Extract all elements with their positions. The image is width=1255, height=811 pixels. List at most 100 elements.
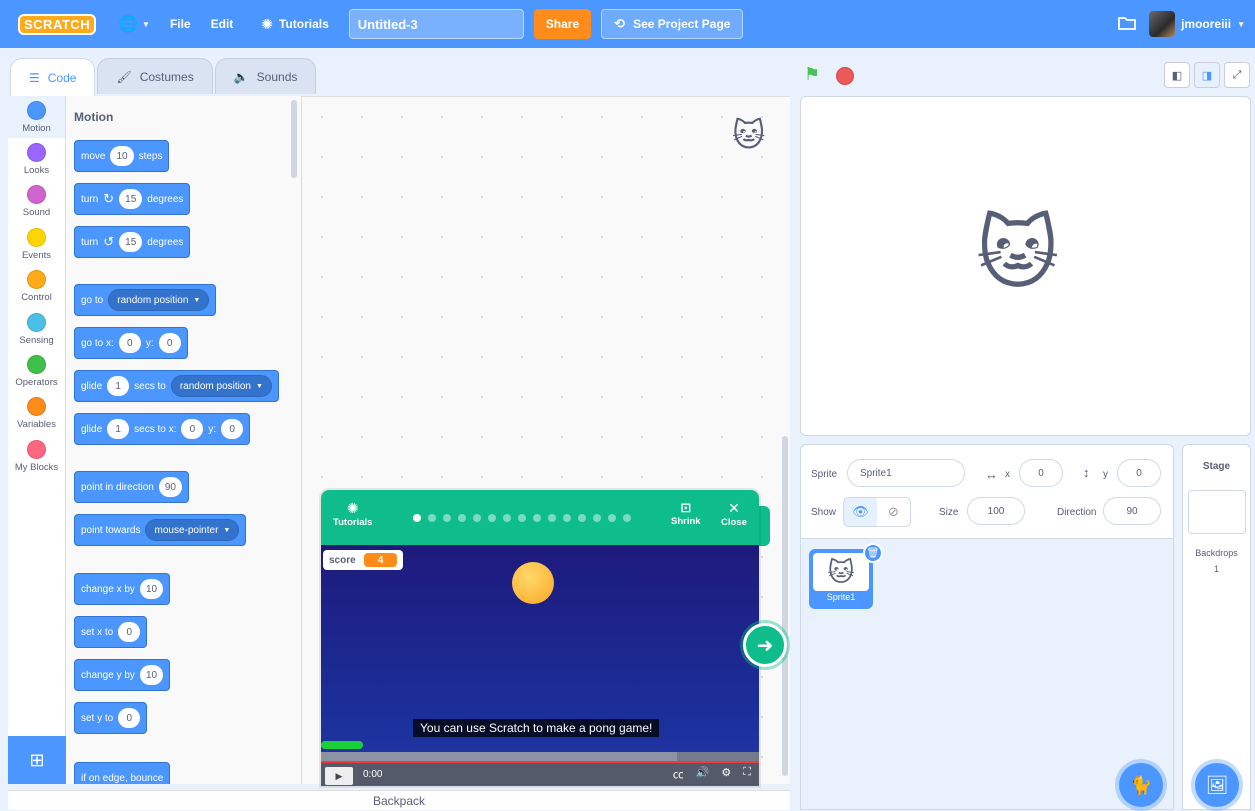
see-project-page-button[interactable]: ⟲ See Project Page (601, 9, 744, 39)
project-title-input[interactable] (348, 9, 524, 39)
hide-eye-icon[interactable]: ⊘ (877, 498, 910, 526)
step-dot[interactable] (578, 514, 586, 522)
block-point-in-direction[interactable]: point in direction 90 (74, 471, 189, 503)
share-button[interactable]: Share (533, 9, 592, 39)
step-dot[interactable] (413, 514, 421, 522)
step-dot[interactable] (518, 514, 526, 522)
normal-stage-button[interactable]: ◨ (1194, 62, 1220, 88)
step-dot[interactable] (608, 514, 616, 522)
language-menu[interactable]: 🌐 ▼ (108, 0, 160, 48)
block-go-to-xy[interactable]: go to x: 0 y: 0 (74, 327, 188, 359)
block-move-steps[interactable]: move 10 steps (74, 140, 170, 172)
block-change-x[interactable]: change x by 10 (74, 573, 171, 605)
delete-sprite-icon[interactable]: 🗑 (863, 543, 883, 563)
fullscreen-button[interactable]: ⤢ (1224, 62, 1250, 88)
block-input[interactable]: 0 (181, 419, 204, 439)
block-dropdown[interactable]: random position ▼ (170, 375, 272, 397)
settings-gear-icon[interactable]: ⚙ (721, 766, 731, 782)
backdrop-thumbnail[interactable] (1187, 490, 1246, 534)
block-input[interactable]: 10 (110, 146, 134, 166)
scratch-logo[interactable]: SCRATCH (18, 13, 97, 35)
block-input[interactable]: 0 (158, 333, 181, 353)
block-input[interactable]: 90 (158, 477, 182, 497)
category-looks[interactable]: Looks (8, 138, 65, 180)
block-set-x[interactable]: set x to 0 (74, 616, 148, 648)
show-eye-icon[interactable]: 👁 (844, 498, 877, 526)
step-dot[interactable] (548, 514, 556, 522)
closed-captions-icon[interactable]: ㏄ (673, 766, 684, 782)
block-set-y[interactable]: set y to 0 (74, 702, 148, 734)
stop-icon[interactable] (836, 67, 854, 85)
category-variables[interactable]: Variables (8, 393, 65, 435)
fullscreen-icon[interactable]: ⛶ (743, 766, 751, 782)
sprite-cat-icon[interactable]: 🐱 (976, 207, 1059, 300)
step-dot[interactable] (473, 514, 481, 522)
block-input[interactable]: 15 (119, 232, 143, 252)
category-operators[interactable]: Operators (8, 350, 65, 392)
stage[interactable]: 🐱 (800, 96, 1251, 436)
close-button[interactable]: ✕ Close (721, 500, 747, 528)
block-input[interactable]: 0 (118, 708, 141, 728)
add-sprite-button[interactable]: 🐈 (1119, 763, 1163, 807)
shrink-button[interactable]: ⊡ Shrink (671, 500, 701, 527)
account-menu[interactable]: jmooreiii ▼ (1149, 0, 1245, 48)
step-dot[interactable] (623, 514, 631, 522)
backpack[interactable]: Backpack (8, 790, 790, 810)
edit-menu[interactable]: Edit (201, 0, 244, 48)
small-stage-button[interactable]: ◧ (1164, 62, 1190, 88)
category-events[interactable]: Events (8, 223, 65, 265)
step-dot[interactable] (428, 514, 436, 522)
volume-icon[interactable]: 🔊 (696, 766, 710, 782)
category-motion[interactable]: Motion (8, 96, 65, 139)
block-glide-to[interactable]: glide 1 secs to random position ▼ (74, 370, 279, 402)
block-input[interactable]: 0 (221, 419, 244, 439)
category-sound[interactable]: Sound (8, 181, 65, 223)
green-flag-icon[interactable]: ⚑ (804, 64, 820, 85)
step-dot[interactable] (458, 514, 466, 522)
stage-target-pane[interactable]: Stage Backdrops 1 🖼 (1182, 444, 1251, 810)
add-backdrop-button[interactable]: 🖼 (1195, 763, 1239, 807)
workspace-scrollbar[interactable] (782, 436, 788, 776)
x-input[interactable]: 0 (1019, 459, 1063, 487)
block-input[interactable]: 0 (118, 622, 141, 642)
category-sensing[interactable]: Sensing (8, 308, 65, 350)
block-input[interactable]: 10 (139, 665, 164, 685)
video-progress-bar[interactable] (321, 752, 759, 763)
block-if-on-edge-bounce[interactable]: if on edge, bounce (74, 762, 171, 784)
block-turn-right[interactable]: turn ↻ 15 degrees (74, 183, 191, 215)
size-input[interactable]: 100 (967, 497, 1025, 525)
my-stuff-folder-icon[interactable] (1117, 14, 1137, 35)
tutorials-menu[interactable]: ✺ Tutorials (251, 0, 339, 48)
block-input[interactable]: 0 (118, 333, 141, 353)
category-my-blocks[interactable]: My Blocks (8, 435, 65, 477)
tutorial-video[interactable]: score 4 You can use Scratch to make a po… (321, 545, 759, 786)
block-input[interactable]: 10 (139, 579, 164, 599)
step-dot[interactable] (593, 514, 601, 522)
block-input[interactable]: 15 (119, 189, 143, 209)
step-dot[interactable] (533, 514, 541, 522)
sprite-name-input[interactable] (847, 459, 965, 487)
add-extension-button[interactable]: ⊞ (8, 736, 66, 784)
block-turn-left[interactable]: turn ↺ 15 degrees (74, 226, 191, 258)
file-menu[interactable]: File (160, 0, 201, 48)
block-change-y[interactable]: change y by 10 (74, 659, 171, 691)
tutorials-button[interactable]: ✺ Tutorials (333, 500, 372, 528)
block-glide-xy[interactable]: glide 1 secs to x: 0 y: 0 (74, 413, 251, 445)
tab-code[interactable]: ☰ Code (10, 58, 96, 96)
y-input[interactable]: 0 (1117, 459, 1161, 487)
block-dropdown[interactable]: mouse-pointer ▼ (145, 519, 240, 541)
sprite-thumbnail[interactable]: 🐱 Sprite1 🗑 (809, 543, 883, 609)
block-dropdown[interactable]: random position ▼ (108, 289, 210, 311)
step-dot[interactable] (488, 514, 496, 522)
block-input[interactable]: 1 (107, 419, 130, 439)
block-go-to[interactable]: go to random position ▼ (74, 284, 217, 316)
palette-scrollbar[interactable] (291, 100, 297, 178)
category-control[interactable]: Control (8, 266, 65, 308)
step-dot[interactable] (503, 514, 511, 522)
block-input[interactable]: 1 (107, 376, 130, 396)
play-button[interactable]: ▶ (325, 767, 353, 785)
block-point-towards[interactable]: point towards mouse-pointer ▼ (74, 514, 247, 546)
tab-sounds[interactable]: 🔈 Sounds (214, 58, 317, 94)
tab-costumes[interactable]: 🖌 Costumes (97, 58, 213, 94)
next-step-button[interactable]: ➜ (743, 623, 787, 667)
